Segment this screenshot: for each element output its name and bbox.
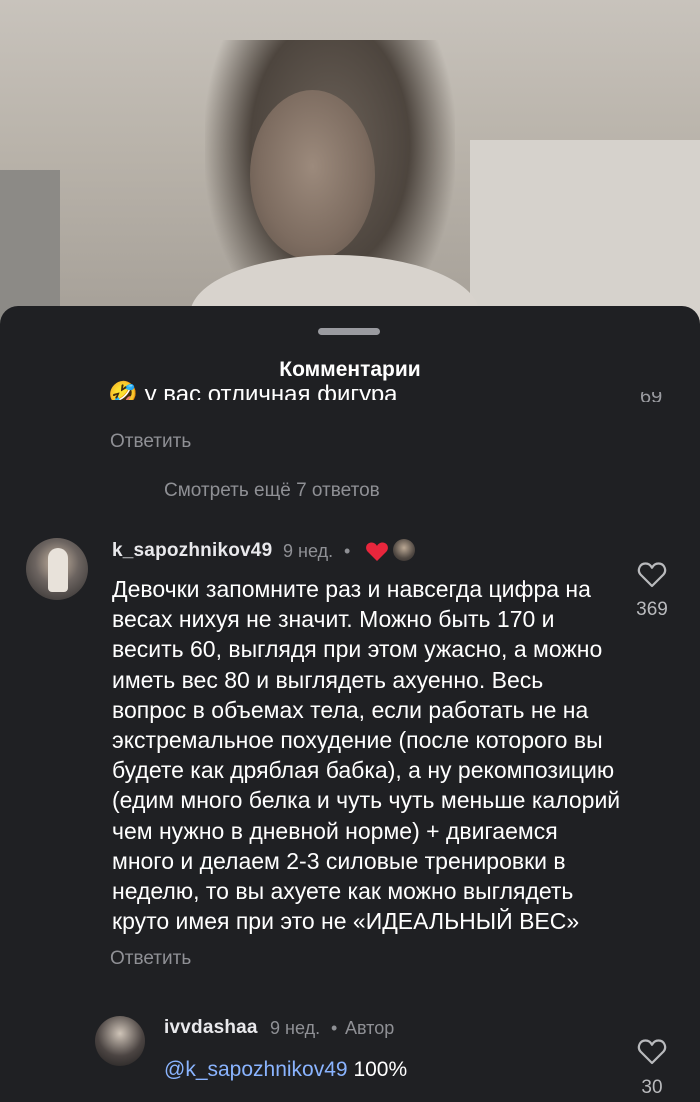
mention-link[interactable]: @k_sapozhnikov49: [164, 1058, 348, 1081]
view-more-replies-button[interactable]: Смотреть ещё 7 ответов: [164, 480, 380, 502]
avatar[interactable]: [26, 538, 88, 600]
author-liked-heart-icon: [365, 541, 389, 568]
prev-comment-text: 🤣 у вас отличная фигура: [108, 378, 398, 400]
reply-like-count: 30: [641, 1077, 663, 1098]
reply-like-heart-icon[interactable]: [637, 1038, 667, 1071]
video-wall: [470, 140, 700, 330]
drag-handle[interactable]: [318, 328, 380, 335]
reply-time: 9 нед.: [270, 1018, 321, 1038]
reply-body: 100%: [347, 1058, 408, 1081]
prev-comment-body: у вас отличная фигура: [144, 381, 398, 400]
like-heart-icon[interactable]: [637, 561, 667, 594]
comment-time: 9 нед.: [283, 541, 334, 561]
avatar-figure: [48, 548, 68, 592]
reply-username[interactable]: ivvdashaa: [164, 1017, 258, 1039]
author-badge: Автор: [345, 1018, 395, 1038]
prev-reply-button[interactable]: Ответить: [110, 431, 191, 453]
reply-avatar[interactable]: [95, 1016, 145, 1066]
author-avatar-mini: [393, 539, 415, 561]
video-person-face: [250, 90, 375, 260]
video-background[interactable]: [0, 0, 700, 330]
laughing-emoji: 🤣: [108, 381, 138, 400]
comment-text: Девочки запомните раз и навсегда цифра н…: [112, 576, 621, 935]
like-count: 369: [636, 599, 668, 620]
comment-username[interactable]: k_sapozhnikov49: [112, 540, 272, 562]
meta-separator: •: [344, 541, 351, 561]
reply-meta-separator: •: [331, 1018, 338, 1038]
comments-sheet: Комментарии 🤣 у вас отличная фигура 69 О…: [0, 306, 700, 1102]
reply-button[interactable]: Ответить: [110, 948, 191, 970]
reply-text: @k_sapozhnikov49 100%: [164, 1058, 407, 1082]
prev-like-count: 69: [640, 392, 662, 402]
